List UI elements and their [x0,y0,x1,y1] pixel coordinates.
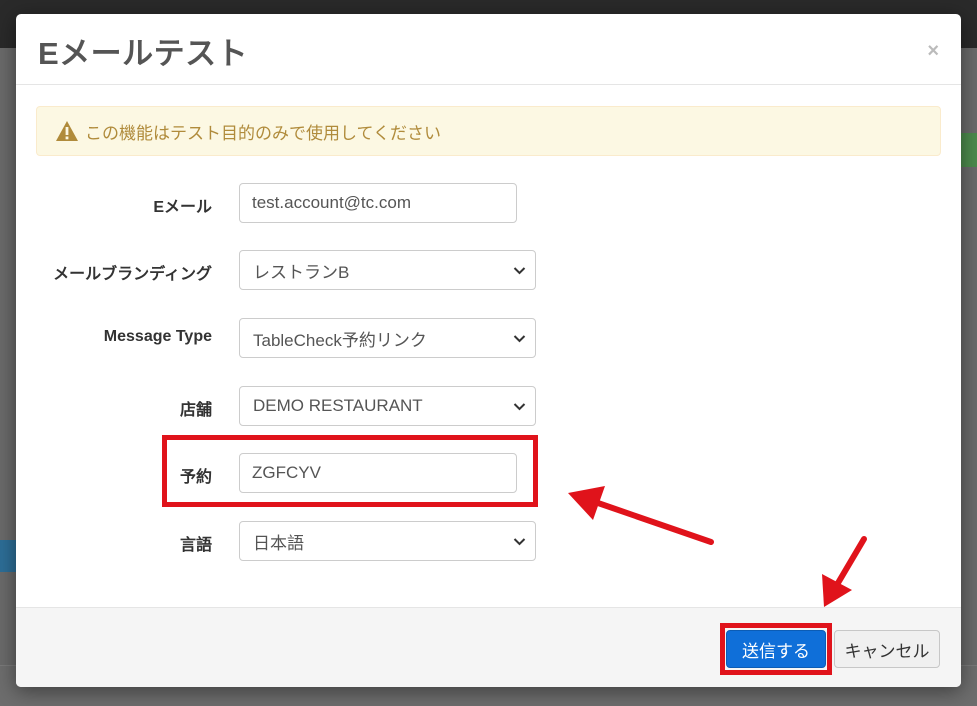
store-select[interactable]: DEMO RESTAURANT [239,386,536,426]
language-selected-value: 日本語 [253,533,304,553]
send-button[interactable]: 送信する [726,630,826,668]
email-test-modal: Eメールテスト × この機能はテスト目的のみで使用してください Eメール メール… [16,14,961,687]
email-row: Eメール [16,183,961,225]
message-type-select[interactable]: TableCheck予約リンク [239,318,536,358]
store-selected-value: DEMO RESTAURANT [253,396,423,415]
store-label: 店舗 [179,402,212,419]
chevron-down-icon [513,267,526,275]
background-button [961,133,977,167]
warning-icon [56,121,78,141]
language-label: 言語 [179,537,212,554]
branding-label: メールブランディング [53,266,212,283]
warning-alert: この機能はテスト目的のみで使用してください [36,106,941,156]
chevron-down-icon [513,538,526,546]
email-label: Eメール [153,199,212,216]
chevron-down-icon [513,403,526,411]
store-row: 店舗 DEMO RESTAURANT [16,386,961,428]
background-accent [0,540,16,572]
branding-select[interactable]: レストランB [239,250,536,290]
branding-selected-value: レストランB [253,262,350,282]
language-row: 言語 日本語 [16,521,961,563]
modal-footer: 送信する キャンセル [16,607,961,687]
message-type-label: Message Type [103,328,212,345]
chevron-down-icon [513,335,526,343]
branding-row: メールブランディング レストランB [16,250,961,292]
modal-title: Eメールテスト [38,36,249,71]
message-type-row: Message Type TableCheck予約リンク [16,318,961,360]
close-icon[interactable]: × [927,40,939,63]
modal-header: Eメールテスト × [16,14,961,85]
email-input[interactable] [239,183,517,223]
language-select[interactable]: 日本語 [239,521,536,561]
message-type-selected-value: TableCheck予約リンク [253,330,427,350]
alert-text: この機能はテスト目的のみで使用してください [85,123,441,143]
cancel-button[interactable]: キャンセル [834,630,940,668]
reservation-highlight-box [162,435,538,507]
